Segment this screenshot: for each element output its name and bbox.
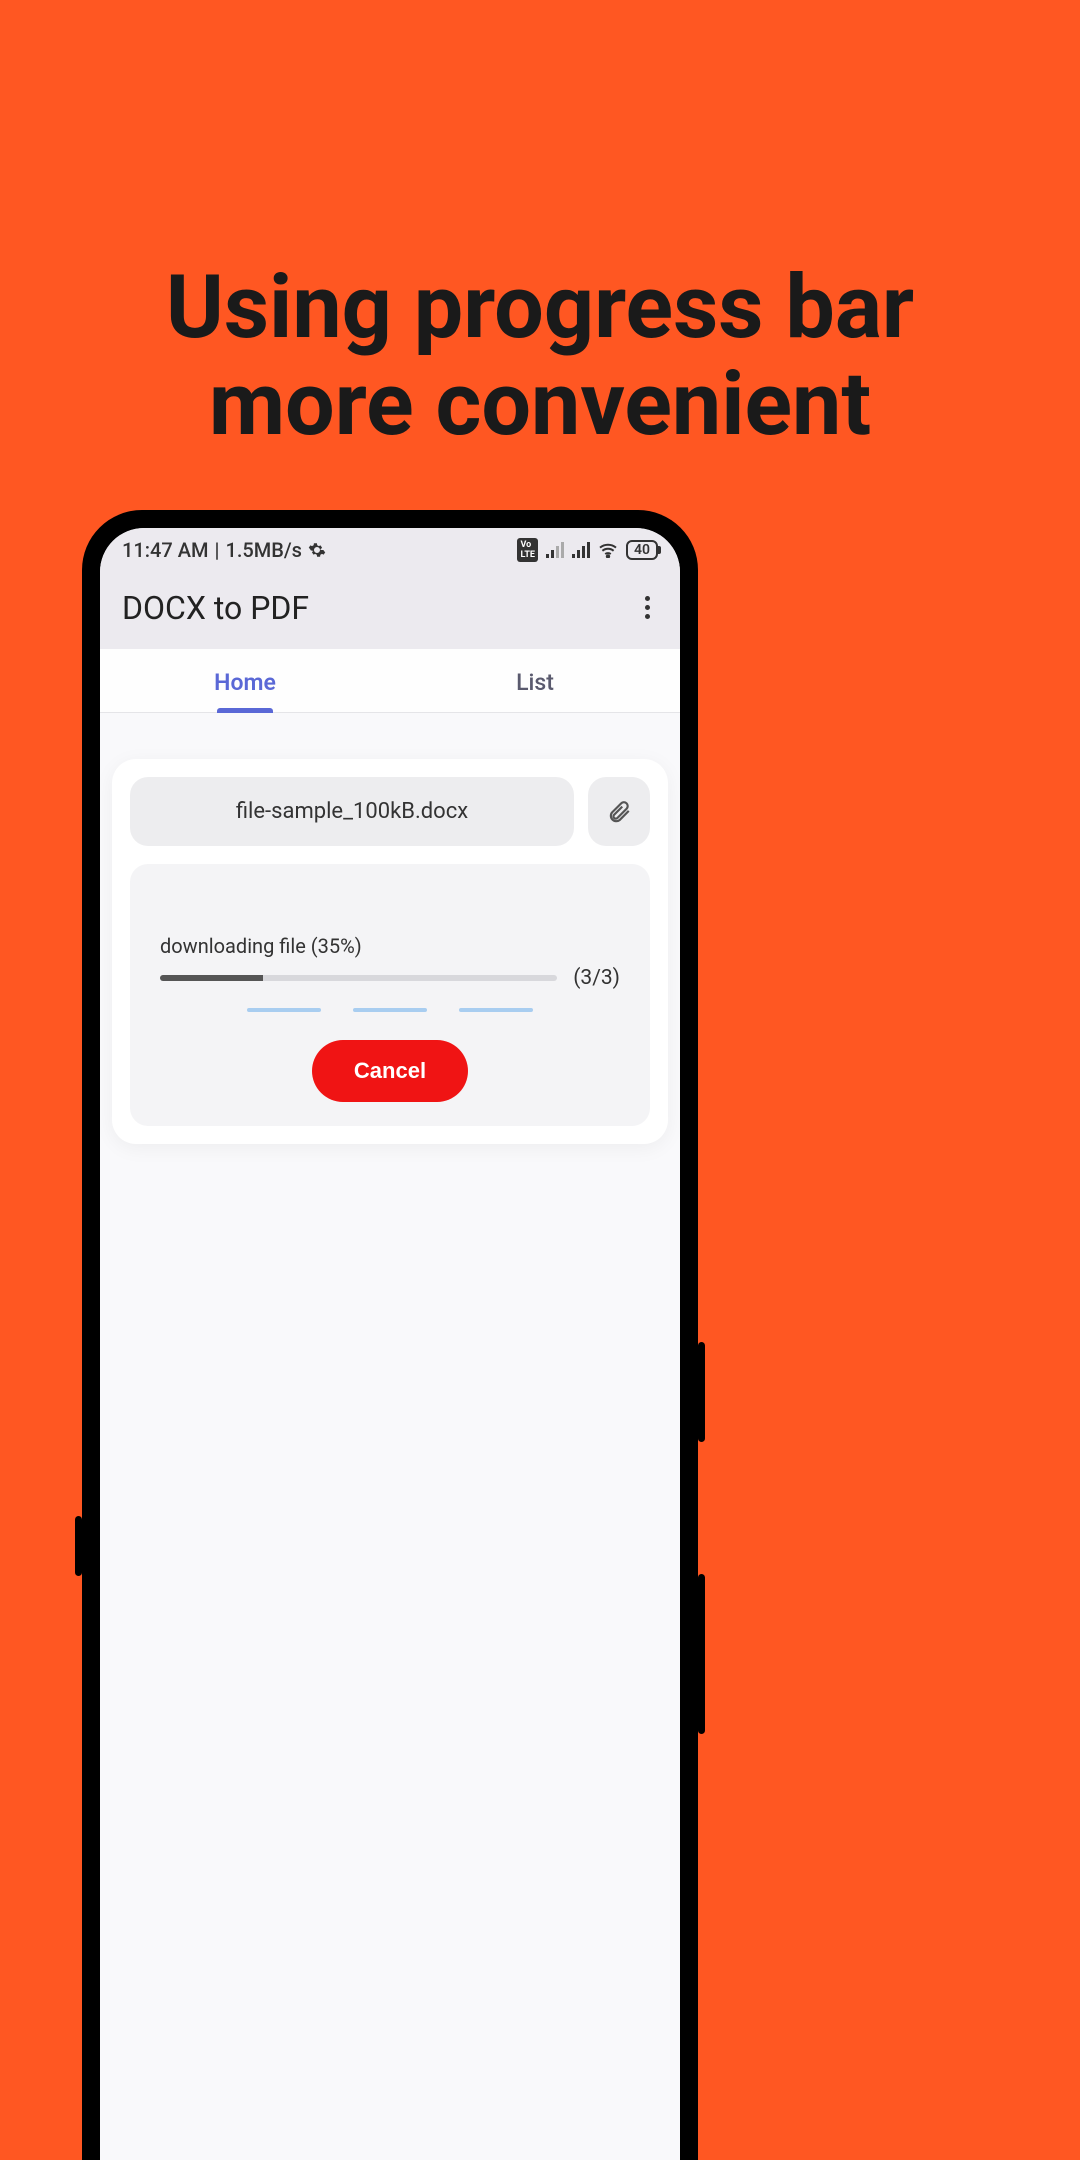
paperclip-icon xyxy=(606,799,632,825)
status-time: 11:47 AM xyxy=(122,538,208,562)
volte-icon: VoLTE xyxy=(517,538,538,562)
progress-segment xyxy=(353,1008,427,1012)
main-content: file-sample_100kB.docx downloading file … xyxy=(100,713,680,2160)
tab-home[interactable]: Home xyxy=(100,649,390,712)
progress-row: (3/3) xyxy=(160,966,620,990)
progress-segment xyxy=(247,1008,321,1012)
file-row: file-sample_100kB.docx xyxy=(130,777,650,846)
phone-screen: 11:47 AM | 1.5MB/s VoLTE 40 DOCX to PDF … xyxy=(100,528,680,2160)
phone-side-button xyxy=(698,1342,705,1442)
progress-segments xyxy=(160,1008,620,1012)
progress-count: (3/3) xyxy=(573,966,620,990)
app-header: DOCX to PDF xyxy=(100,568,680,649)
battery-icon: 40 xyxy=(626,540,658,560)
signal-icon xyxy=(572,542,590,558)
conversion-card: file-sample_100kB.docx downloading file … xyxy=(112,759,668,1144)
progress-label: downloading file (35%) xyxy=(160,934,620,958)
file-name-chip[interactable]: file-sample_100kB.docx xyxy=(130,777,574,846)
wifi-icon xyxy=(598,542,618,558)
app-title: DOCX to PDF xyxy=(122,589,309,627)
progress-fill xyxy=(160,975,263,981)
progress-segment xyxy=(459,1008,533,1012)
cancel-button[interactable]: Cancel xyxy=(312,1040,468,1102)
phone-side-button xyxy=(698,1574,705,1734)
hero-title: Using progress bar more convenient xyxy=(0,260,1080,454)
status-speed: 1.5MB/s xyxy=(225,538,302,562)
tab-list[interactable]: List xyxy=(390,649,680,712)
hero-title-line1: Using progress bar xyxy=(166,256,914,359)
progress-card: downloading file (35%) (3/3) Cancel xyxy=(130,864,650,1126)
more-icon[interactable] xyxy=(637,588,658,627)
status-separator: | xyxy=(214,538,219,562)
phone-frame: 11:47 AM | 1.5MB/s VoLTE 40 DOCX to PDF … xyxy=(82,510,698,2160)
progress-track xyxy=(160,975,557,981)
attach-button[interactable] xyxy=(588,777,650,846)
hero-title-line2: more convenient xyxy=(209,353,871,456)
gear-icon xyxy=(308,541,326,559)
tabs: Home List xyxy=(100,649,680,713)
signal-icon xyxy=(546,542,564,558)
status-bar: 11:47 AM | 1.5MB/s VoLTE 40 xyxy=(100,528,680,568)
phone-side-button xyxy=(75,1516,82,1576)
